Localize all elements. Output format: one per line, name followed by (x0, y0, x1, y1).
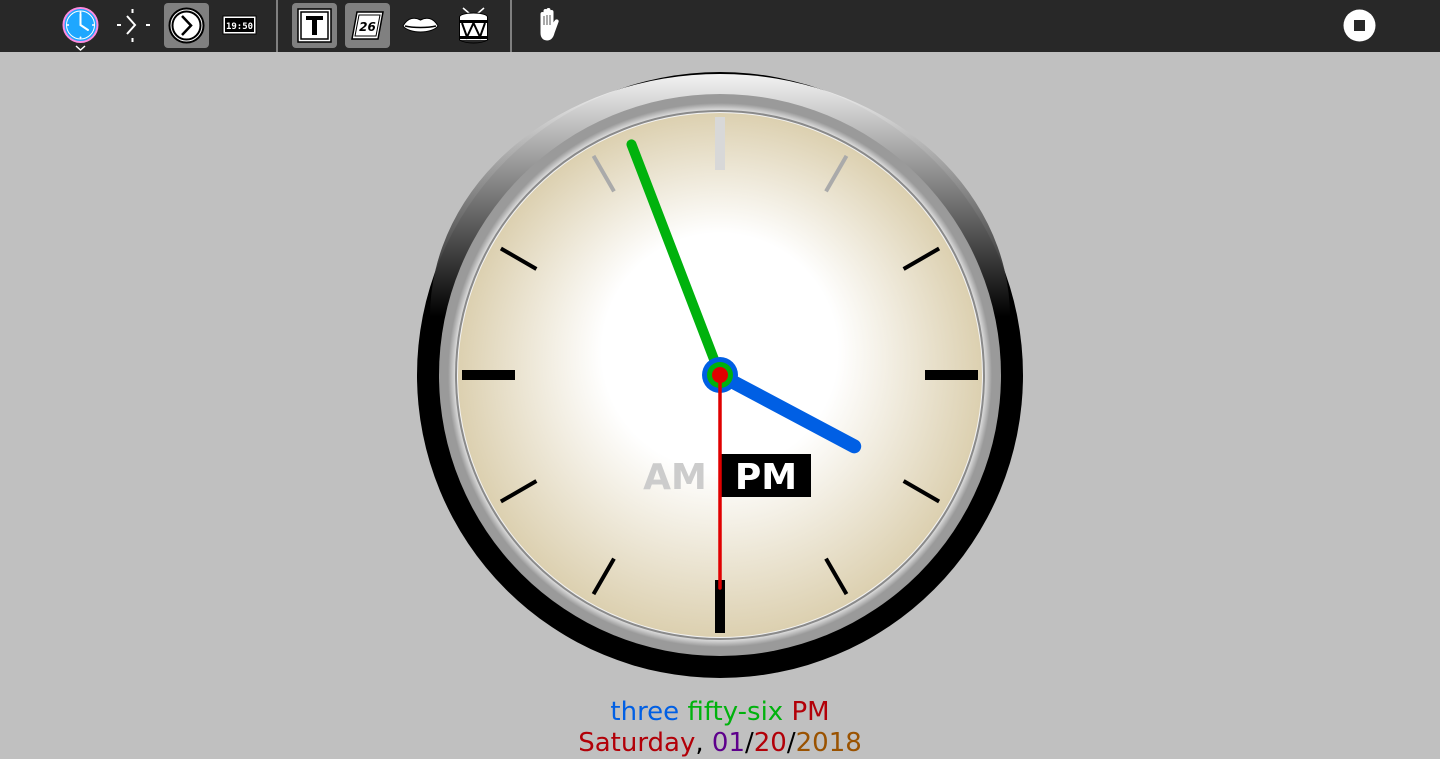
clock-canvas: AM PM three fifty-six PM Saturday, 01/20… (0, 52, 1440, 759)
date-day: 20 (753, 728, 787, 758)
nice-clock-icon (168, 7, 205, 44)
digital-clock-icon-label: 19:50 (226, 22, 253, 32)
time-period: PM (791, 697, 830, 727)
write-date-button[interactable]: 26 (345, 3, 390, 48)
analog-clock[interactable]: AM PM (0, 52, 1440, 759)
date-separator: , (695, 728, 712, 758)
toolbar: 19:50 26 (0, 0, 1440, 52)
date-month: 01 (711, 728, 745, 758)
stop-icon (1343, 9, 1376, 42)
lips-icon (402, 17, 439, 33)
digital-clock-icon: 19:50 (222, 15, 257, 35)
write-time-button[interactable] (292, 3, 337, 48)
date-text: Saturday, 01/20/2018 (0, 728, 1440, 759)
date-slash: / (745, 728, 754, 758)
simple-clock-button[interactable] (110, 3, 155, 48)
time-hour-word: three (610, 697, 680, 727)
toolbar-separator (510, 0, 512, 52)
date-slash: / (786, 728, 796, 758)
activity-clock-button[interactable] (58, 3, 103, 52)
digital-clock-button[interactable]: 19:50 (217, 3, 262, 48)
nice-clock-button[interactable] (164, 3, 209, 48)
hand-icon (540, 8, 559, 41)
speak-time-button[interactable] (398, 3, 443, 48)
calendar-icon: 26 (351, 11, 384, 40)
drum-icon (459, 7, 488, 44)
am-label: AM (643, 457, 707, 498)
toolbar-separator (276, 0, 278, 52)
pm-label: PM (735, 457, 797, 498)
stop-button[interactable] (1337, 3, 1382, 48)
grab-hands-button[interactable] (526, 3, 571, 48)
clock-activity-icon (62, 7, 99, 52)
date-weekday: Saturday (578, 728, 696, 758)
date-year: 2018 (795, 728, 862, 758)
tick-sound-button[interactable] (451, 3, 496, 48)
time-in-words: three fifty-six PM (0, 697, 1440, 728)
text-t-icon (297, 8, 332, 43)
simple-clock-icon (117, 9, 150, 42)
clock-center-dot (712, 367, 728, 383)
time-minute-word: fifty-six (687, 697, 784, 727)
calendar-icon-label: 26 (359, 20, 376, 34)
